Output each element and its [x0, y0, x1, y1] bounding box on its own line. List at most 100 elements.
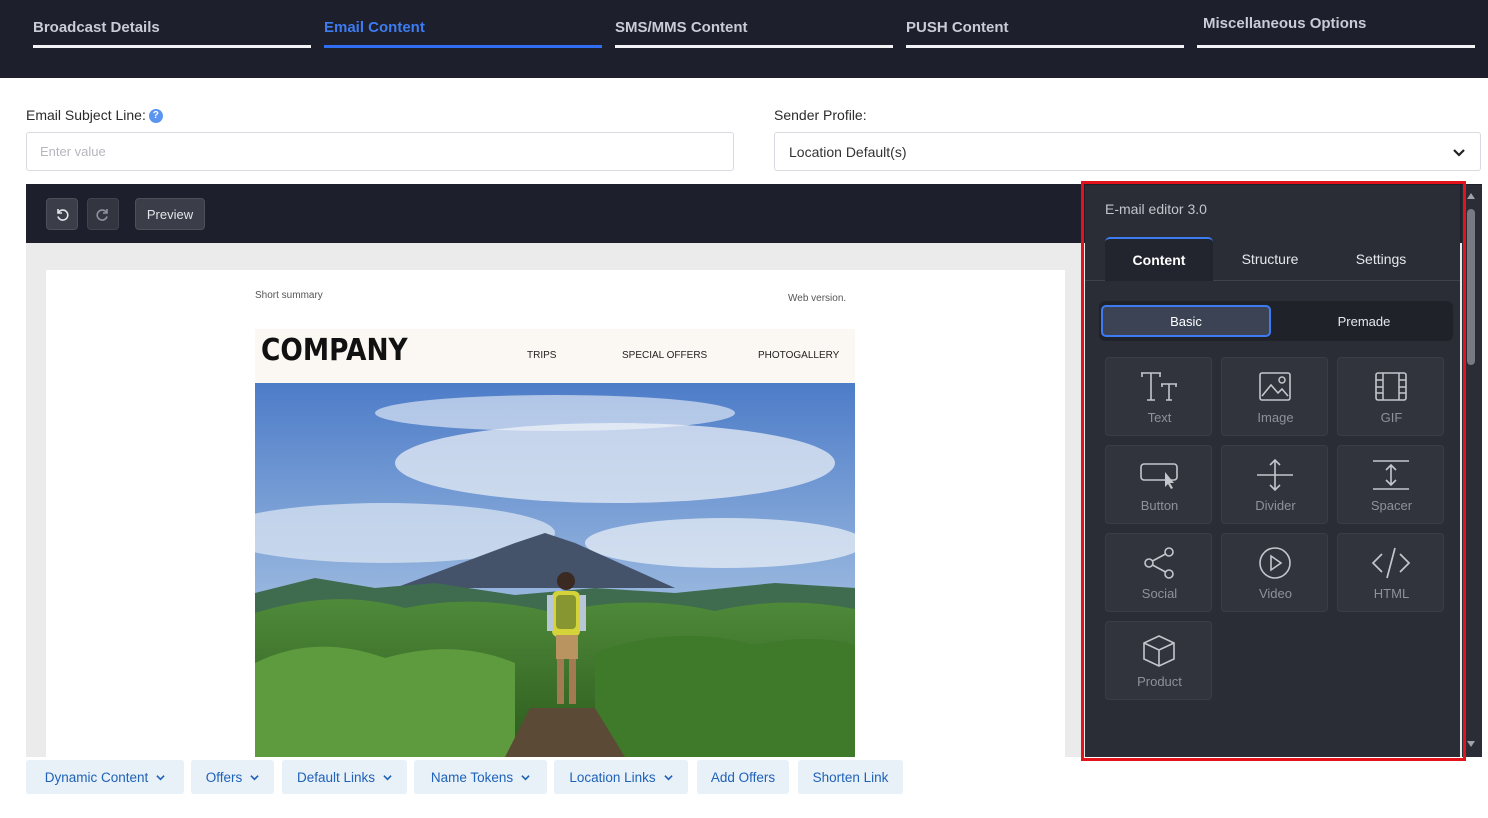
sender-profile-value: Location Default(s) [789, 143, 907, 160]
box-icon [1143, 635, 1175, 667]
block-label: Divider [1255, 498, 1296, 513]
spacer-icon [1373, 460, 1409, 490]
company-logo: COMPANY [261, 333, 408, 368]
button-label: Add Offers [710, 769, 776, 785]
short-summary[interactable]: Short summary [255, 290, 323, 301]
tab-settings[interactable]: Settings [1327, 237, 1435, 281]
tab-content[interactable]: Content [1105, 237, 1213, 281]
chevron-down-icon [521, 774, 530, 780]
tab-structure[interactable]: Structure [1216, 237, 1324, 281]
top-nav: Broadcast Details Email Content SMS/MMS … [0, 0, 1488, 78]
premade-button[interactable]: Premade [1279, 305, 1449, 337]
basic-button[interactable]: Basic [1101, 305, 1271, 337]
button-label: Default Links [296, 769, 376, 785]
block-social[interactable]: Social [1105, 533, 1212, 612]
nav-link-trips[interactable]: TRIPS [527, 350, 556, 361]
image-icon [1259, 372, 1291, 401]
panel-scrollbar[interactable] [1462, 185, 1482, 757]
block-label: Text [1147, 410, 1172, 425]
scroll-down-icon[interactable] [1467, 741, 1475, 747]
shorten-link-button[interactable]: Shorten Link [798, 760, 903, 794]
panel-title: E-mail editor 3.0 [1105, 201, 1207, 217]
location-links-dropdown[interactable]: Location Links [554, 760, 688, 794]
undo-icon [57, 209, 69, 221]
block-image[interactable]: Image [1221, 357, 1328, 436]
text-icon [1141, 372, 1177, 401]
scrollbar-thumb[interactable] [1467, 209, 1475, 365]
tab-label: SMS/MMS Content [615, 19, 748, 36]
play-icon [1259, 547, 1291, 579]
sender-label: Sender Profile: [774, 107, 867, 123]
gif-icon [1375, 372, 1407, 401]
button-label: Dynamic Content [44, 769, 149, 785]
tab-push-content[interactable]: PUSH Content [906, 0, 1184, 78]
scroll-up-icon[interactable] [1467, 193, 1475, 199]
tab-underline [906, 45, 1184, 48]
chevron-down-icon [156, 774, 165, 780]
divider-icon [1257, 458, 1293, 492]
block-text[interactable]: Text [1105, 357, 1212, 436]
web-version-link[interactable]: Web version. [788, 293, 846, 304]
tab-label: Email Content [324, 19, 425, 36]
subject-label-text: Email Subject Line: [26, 107, 146, 123]
button-icon [1140, 463, 1178, 489]
button-label: Offers [205, 769, 243, 785]
add-offers-button[interactable]: Add Offers [697, 760, 789, 794]
block-spacer[interactable]: Spacer [1337, 445, 1444, 524]
block-type-toggle: Basic Premade [1099, 301, 1453, 341]
tab-underline [33, 45, 311, 48]
block-label: Spacer [1370, 498, 1413, 513]
block-divider[interactable]: Divider [1221, 445, 1328, 524]
editor-side-panel: E-mail editor 3.0 Content Structure Sett… [1085, 185, 1460, 757]
redo-button[interactable] [87, 198, 119, 230]
block-html[interactable]: HTML [1337, 533, 1444, 612]
hero-image[interactable] [255, 383, 855, 757]
block-label: Video [1258, 586, 1292, 601]
chevron-down-icon [383, 774, 392, 780]
tab-label: PUSH Content [906, 19, 1009, 36]
tab-label: Miscellaneous Options [1203, 15, 1367, 32]
block-button[interactable]: Button [1105, 445, 1212, 524]
preview-button[interactable]: Preview [135, 198, 205, 230]
code-icon [1371, 547, 1411, 579]
question-circle-icon[interactable]: ? [148, 109, 163, 123]
panel-tabs: Content Structure Settings [1085, 237, 1460, 281]
block-label: Image [1257, 410, 1294, 425]
tab-underline [324, 45, 602, 48]
email-canvas: Short summary Web version. COMPANY TRIPS… [46, 270, 1065, 757]
button-label: Location Links [569, 769, 656, 785]
tab-miscellaneous-options[interactable]: Miscellaneous Options [1197, 0, 1475, 78]
button-label: Name Tokens [430, 769, 514, 785]
share-icon [1144, 547, 1174, 579]
dynamic-content-dropdown[interactable]: Dynamic Content [26, 760, 184, 794]
email-header[interactable]: COMPANY TRIPS SPECIAL OFFERS PHOTOGALLER… [255, 329, 855, 383]
tab-underline [615, 45, 893, 48]
nav-link-special-offers[interactable]: SPECIAL OFFERS [622, 350, 707, 361]
chevron-down-icon [663, 774, 673, 780]
default-links-dropdown[interactable]: Default Links [282, 760, 407, 794]
nav-link-photogallery[interactable]: PHOTOGALLERY [758, 350, 839, 361]
tab-label: Broadcast Details [33, 19, 160, 36]
block-label: HTML [1373, 586, 1410, 601]
block-product[interactable]: Product [1105, 621, 1212, 700]
sender-profile-select[interactable]: Location Default(s) [774, 132, 1481, 171]
chevron-down-icon [1453, 148, 1465, 157]
name-tokens-dropdown[interactable]: Name Tokens [414, 760, 547, 794]
redo-icon [96, 209, 108, 221]
block-label: Button [1140, 498, 1179, 513]
block-gif[interactable]: GIF [1337, 357, 1444, 436]
block-video[interactable]: Video [1221, 533, 1328, 612]
tab-sms-mms-content[interactable]: SMS/MMS Content [615, 0, 893, 78]
block-label: Social [1141, 586, 1178, 601]
block-label: Product [1137, 674, 1182, 689]
tab-broadcast-details[interactable]: Broadcast Details [33, 0, 311, 78]
block-label: GIF [1380, 410, 1403, 425]
tab-underline [1197, 45, 1475, 48]
undo-button[interactable] [46, 198, 78, 230]
subject-input[interactable] [26, 132, 734, 171]
button-label: Shorten Link [812, 769, 889, 785]
subject-label: Email Subject Line:? [26, 107, 163, 123]
tab-email-content[interactable]: Email Content [324, 0, 602, 78]
hero-image-graphic [255, 383, 855, 757]
offers-dropdown[interactable]: Offers [191, 760, 274, 794]
